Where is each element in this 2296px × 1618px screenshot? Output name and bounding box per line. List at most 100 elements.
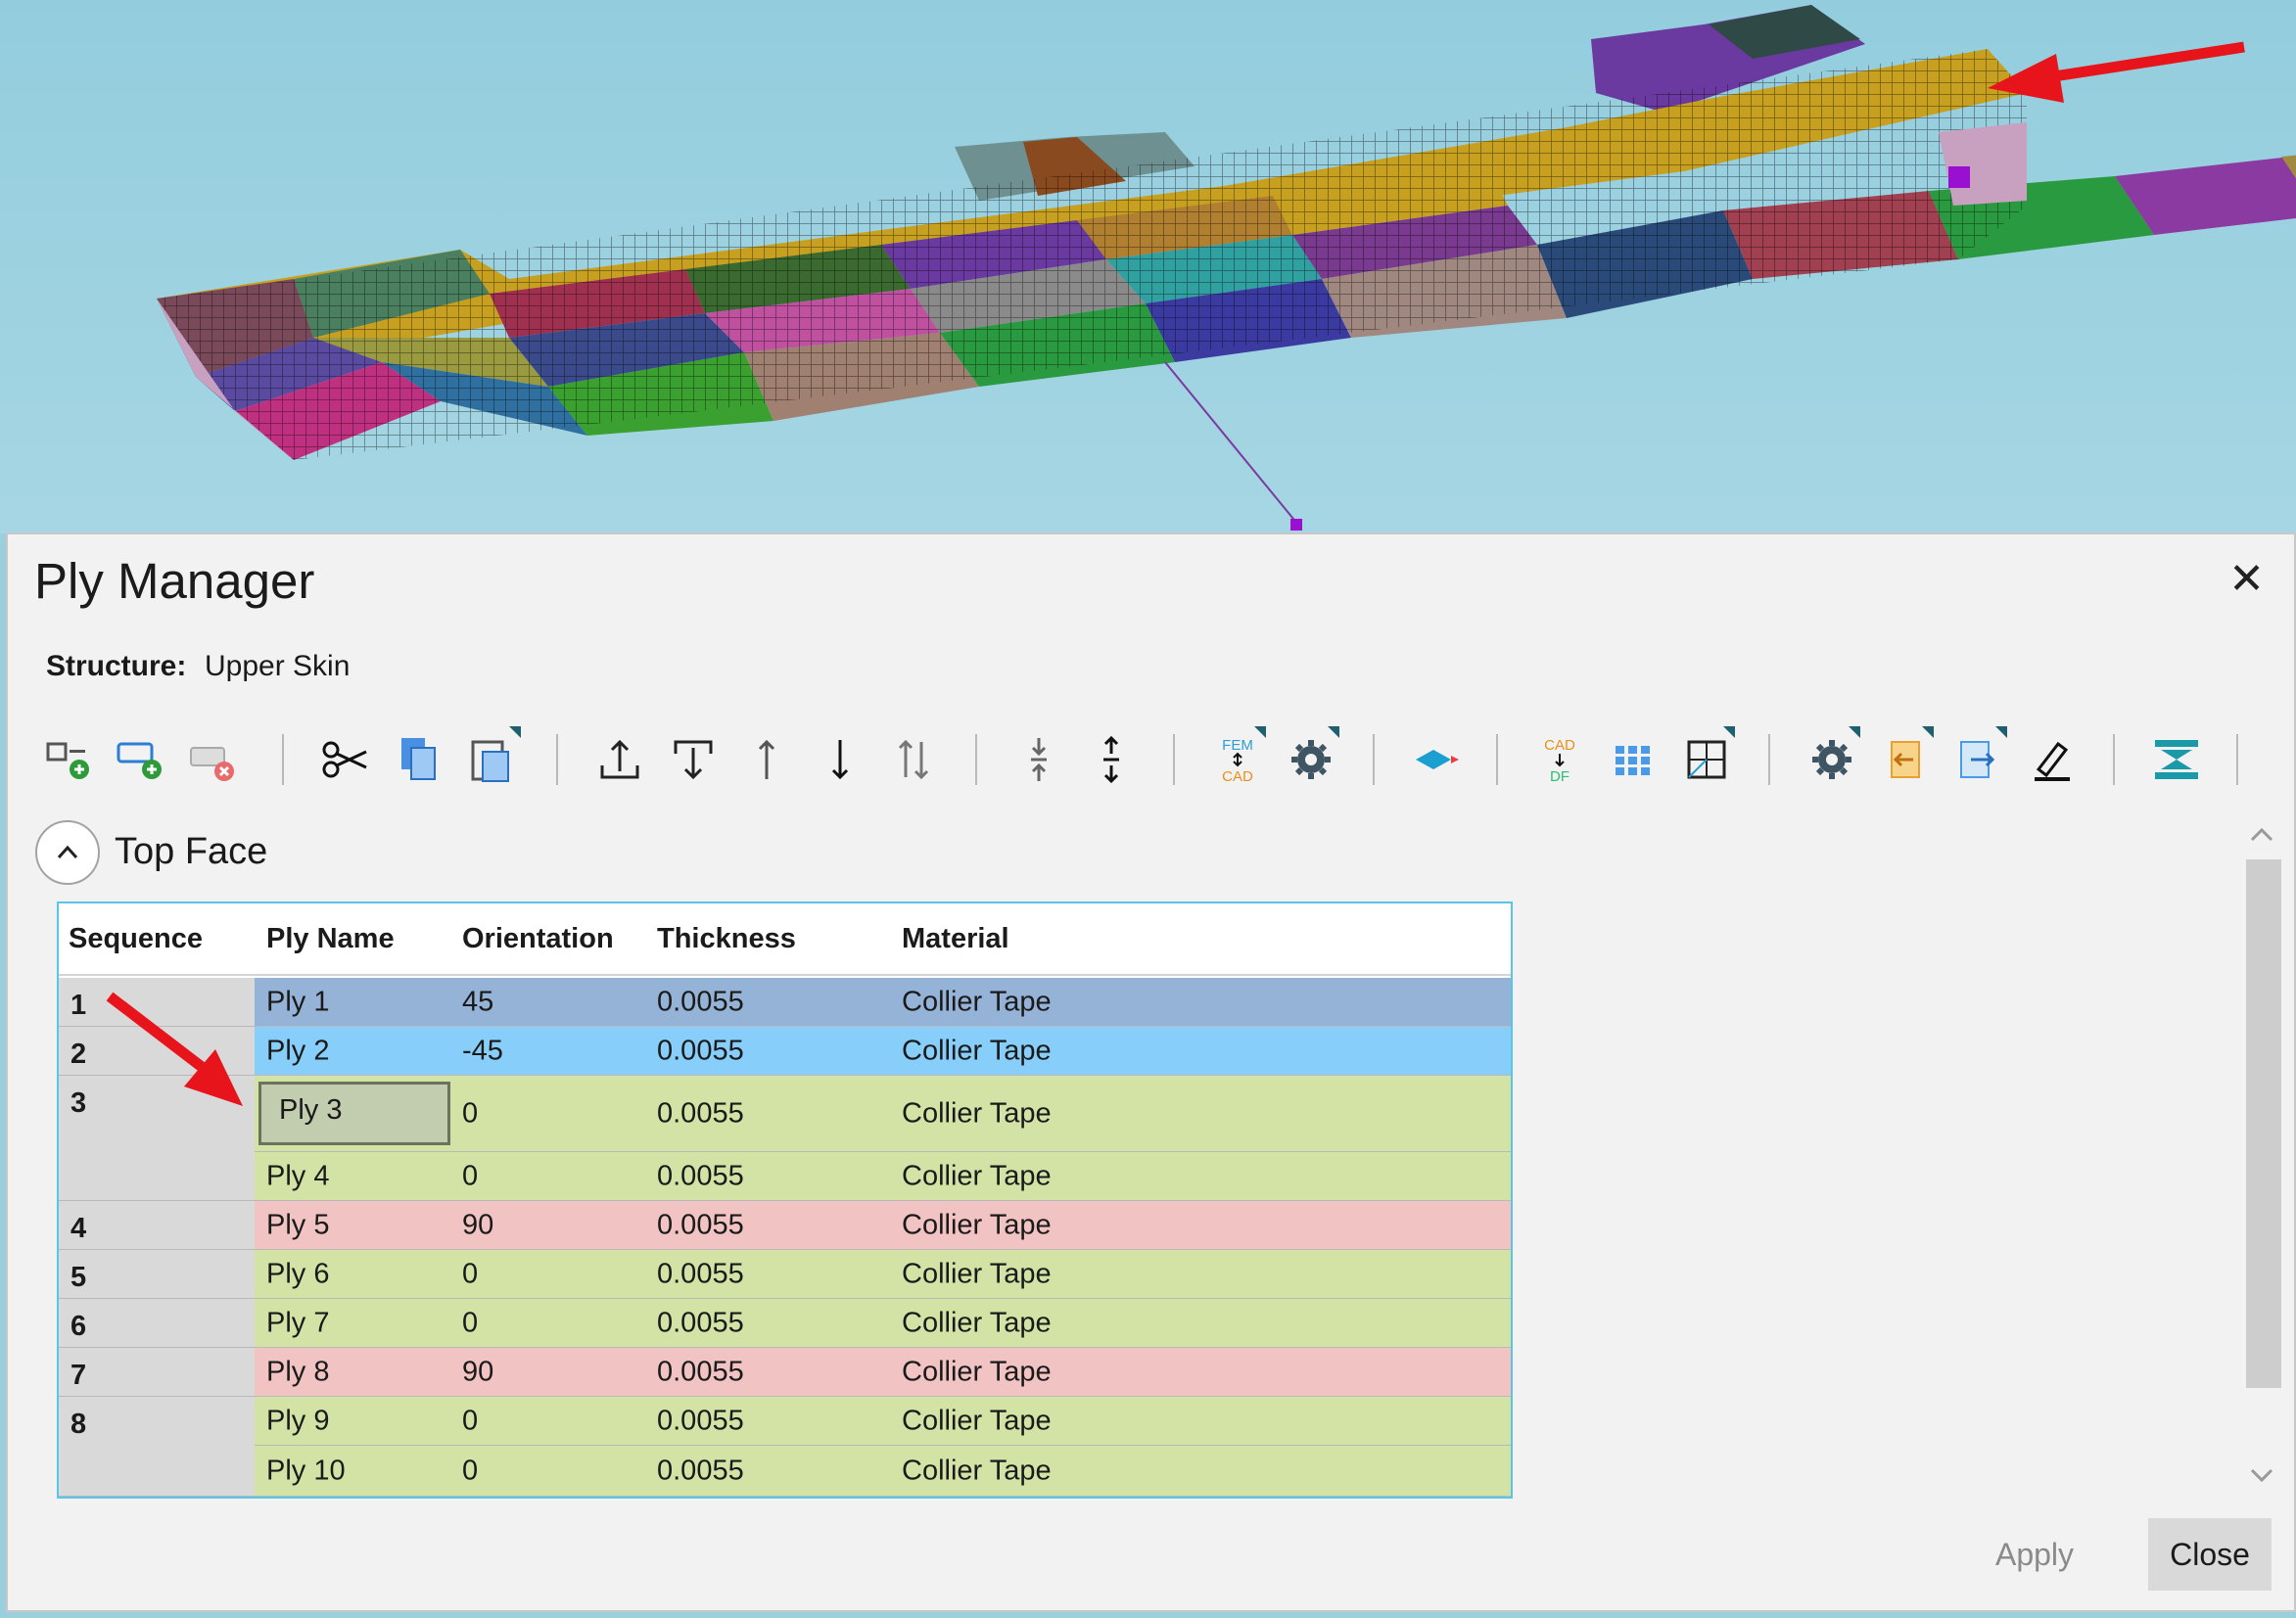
- table-row[interactable]: Ply 4 0 0.0055 Collier Tape: [255, 1152, 1511, 1201]
- header-thickness[interactable]: Thickness: [657, 923, 796, 955]
- close-button[interactable]: Close: [2148, 1518, 2272, 1591]
- material-cell[interactable]: Collier Tape: [902, 1035, 1052, 1067]
- thickness-cell[interactable]: 0.0055: [657, 1209, 744, 1241]
- mesh-cell-icon[interactable]: [1674, 720, 1739, 799]
- export-icon[interactable]: [1946, 720, 2011, 799]
- table-row[interactable]: Ply 9 0 0.0055 Collier Tape: [255, 1397, 1511, 1446]
- vertical-scrollbar[interactable]: [2240, 820, 2283, 1496]
- ply-name-cell[interactable]: Ply 2: [266, 1035, 329, 1067]
- add-ply-icon[interactable]: [37, 720, 102, 799]
- orientation-cell[interactable]: 0: [462, 1160, 478, 1192]
- ply-shape-icon[interactable]: [1405, 720, 1470, 799]
- merge-sequence-icon[interactable]: [1007, 720, 1071, 799]
- copy-icon[interactable]: [387, 720, 451, 799]
- scroll-up-icon[interactable]: [2246, 820, 2277, 854]
- section-title: Top Face: [115, 831, 268, 872]
- material-cell[interactable]: Collier Tape: [902, 1160, 1052, 1192]
- fem-cad-sync-icon[interactable]: FEM CAD: [1205, 720, 1270, 799]
- orientation-cell[interactable]: 90: [462, 1356, 493, 1388]
- move-down-icon[interactable]: [808, 720, 872, 799]
- orientation-cell[interactable]: 0: [462, 1455, 478, 1487]
- ply-name-cell[interactable]: Ply 6: [266, 1258, 329, 1290]
- ply-name-cell[interactable]: Ply 9: [266, 1405, 329, 1437]
- table-row[interactable]: Ply 10 0 0.0055 Collier Tape: [255, 1446, 1511, 1497]
- sequence-cell[interactable]: 5: [59, 1250, 255, 1299]
- ply-name-cell[interactable]: Ply 8: [266, 1356, 329, 1388]
- ply-name-cell[interactable]: Ply 7: [266, 1307, 329, 1339]
- settings-icon[interactable]: [1279, 720, 1343, 799]
- sequence-cell[interactable]: 1: [59, 978, 255, 1027]
- structure-label: Structure:: [46, 650, 187, 682]
- orientation-cell[interactable]: 0: [462, 1307, 478, 1339]
- header-material[interactable]: Material: [902, 923, 1009, 955]
- sequence-cell[interactable]: 3: [59, 1076, 255, 1201]
- table-row[interactable]: Ply 2 -45 0.0055 Collier Tape: [255, 1027, 1511, 1076]
- thickness-cell[interactable]: 0.0055: [657, 1455, 744, 1487]
- add-ply-set-icon[interactable]: [108, 720, 172, 799]
- orientation-cell[interactable]: 45: [462, 986, 493, 1018]
- material-cell[interactable]: Collier Tape: [902, 1307, 1052, 1339]
- thickness-cell[interactable]: 0.0055: [657, 1035, 744, 1067]
- wing-model: [157, 5, 2296, 531]
- sequence-cell[interactable]: 6: [59, 1299, 255, 1348]
- scroll-down-icon[interactable]: [2246, 1462, 2277, 1496]
- paste-icon[interactable]: [460, 720, 525, 799]
- options-icon[interactable]: [1800, 720, 1864, 799]
- scroll-thumb[interactable]: [2246, 859, 2281, 1388]
- header-sequence[interactable]: Sequence: [69, 923, 203, 955]
- thickness-cell[interactable]: 0.0055: [657, 1258, 744, 1290]
- edit-icon[interactable]: [2020, 720, 2085, 799]
- import-icon[interactable]: [1873, 720, 1938, 799]
- grid-icon[interactable]: [1601, 720, 1665, 799]
- ply-name-cell[interactable]: Ply 10: [266, 1455, 346, 1487]
- table-row[interactable]: Ply 8 90 0.0055 Collier Tape: [255, 1348, 1511, 1397]
- delete-ply-icon[interactable]: [180, 720, 245, 799]
- material-cell[interactable]: Collier Tape: [902, 1097, 1052, 1130]
- table-row[interactable]: Ply 7 0 0.0055 Collier Tape: [255, 1299, 1511, 1348]
- table-row[interactable]: Ply 5 90 0.0055 Collier Tape: [255, 1201, 1511, 1250]
- material-cell[interactable]: Collier Tape: [902, 1258, 1052, 1290]
- material-cell[interactable]: Collier Tape: [902, 1455, 1052, 1487]
- material-cell[interactable]: Collier Tape: [902, 1405, 1052, 1437]
- move-to-bottom-icon[interactable]: [661, 720, 726, 799]
- reverse-order-icon[interactable]: [881, 720, 946, 799]
- close-icon[interactable]: ✕: [2228, 558, 2265, 601]
- thickness-cell[interactable]: 0.0055: [657, 1356, 744, 1388]
- thickness-cell[interactable]: 0.0055: [657, 986, 744, 1018]
- orientation-cell[interactable]: 0: [462, 1258, 478, 1290]
- ply-name-cell[interactable]: Ply 1: [266, 986, 329, 1018]
- orientation-cell[interactable]: -45: [462, 1035, 503, 1067]
- thickness-cell[interactable]: 0.0055: [657, 1307, 744, 1339]
- orientation-cell[interactable]: 0: [462, 1405, 478, 1437]
- header-ply-name[interactable]: Ply Name: [266, 923, 395, 955]
- cad-to-df-icon[interactable]: CAD DF: [1527, 720, 1592, 799]
- material-cell[interactable]: Collier Tape: [902, 1356, 1052, 1388]
- move-to-top-icon[interactable]: [587, 720, 652, 799]
- thickness-cell[interactable]: 0.0055: [657, 1097, 744, 1130]
- move-up-icon[interactable]: [734, 720, 799, 799]
- sequence-cell[interactable]: 7: [59, 1348, 255, 1397]
- apply-button[interactable]: Apply: [1966, 1518, 2103, 1591]
- sequence-cell[interactable]: 4: [59, 1201, 255, 1250]
- thickness-cell[interactable]: 0.0055: [657, 1405, 744, 1437]
- stack-icon[interactable]: [2144, 720, 2209, 799]
- sequence-cell[interactable]: 8: [59, 1397, 255, 1497]
- split-sequence-icon[interactable]: [1079, 720, 1144, 799]
- table-row[interactable]: Ply 6 0 0.0055 Collier Tape: [255, 1250, 1511, 1299]
- header-orientation[interactable]: Orientation: [462, 923, 614, 955]
- ply-name-editor[interactable]: Ply 3: [258, 1082, 450, 1145]
- model-viewport[interactable]: [0, 0, 2296, 533]
- material-cell[interactable]: Collier Tape: [902, 1209, 1052, 1241]
- ply-name-cell[interactable]: Ply 5: [266, 1209, 329, 1241]
- orientation-cell[interactable]: 90: [462, 1209, 493, 1241]
- svg-text:CAD: CAD: [1544, 737, 1575, 754]
- table-row[interactable]: Ply 3 0 0.0055 Collier Tape: [255, 1076, 1511, 1152]
- ply-name-cell[interactable]: Ply 4: [266, 1160, 329, 1192]
- table-row[interactable]: Ply 1 45 0.0055 Collier Tape: [255, 978, 1511, 1027]
- orientation-cell[interactable]: 0: [462, 1097, 478, 1130]
- material-cell[interactable]: Collier Tape: [902, 986, 1052, 1018]
- thickness-cell[interactable]: 0.0055: [657, 1160, 744, 1192]
- cut-icon[interactable]: [314, 720, 379, 799]
- sequence-cell[interactable]: 2: [59, 1027, 255, 1076]
- collapse-section-button[interactable]: [35, 820, 100, 885]
